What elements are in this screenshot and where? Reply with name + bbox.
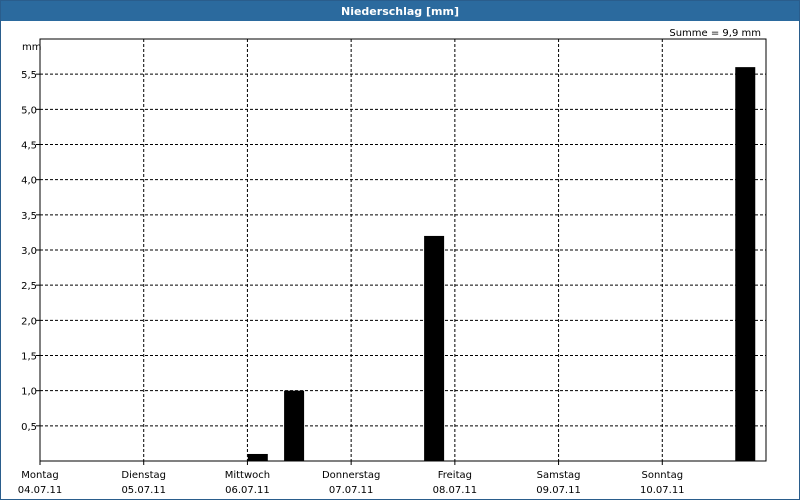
grid xyxy=(40,39,766,461)
x-tick-label-day: Freitag xyxy=(438,470,472,481)
x-tick-label-date: 08.07.11 xyxy=(433,485,478,496)
y-tick-label: 4,0 xyxy=(21,176,37,187)
x-tick-label-date: 09.07.11 xyxy=(536,485,581,496)
y-tick-label: 2,0 xyxy=(21,316,37,327)
y-tick-label: 1,0 xyxy=(21,387,37,398)
y-tick-label: 3,0 xyxy=(21,246,37,257)
x-tick-label-day: Donnerstag xyxy=(322,470,380,481)
y-axis-unit-label: mm xyxy=(22,42,41,53)
x-tick-label-date: 06.07.11 xyxy=(225,485,270,496)
x-tick-label-day: Montag xyxy=(21,470,58,481)
x-tick-label-date: 07.07.11 xyxy=(329,485,374,496)
bar xyxy=(735,67,756,461)
sum-label: Summe = 9,9 mm xyxy=(669,28,761,39)
y-tick-label: 2,5 xyxy=(21,281,37,292)
precipitation-chart: mm Summe = 9,9 mm 0,5 1,0 1,5 2,0 2,5 3,0 3,5 4… xyxy=(18,28,767,496)
x-tick-label-day: Sonntag xyxy=(642,470,684,481)
x-tick-label-day: Dienstag xyxy=(121,470,166,481)
x-tick-label-day: Mittwoch xyxy=(225,470,270,481)
x-tick-label-date: 05.07.11 xyxy=(121,485,166,496)
y-tick-label: 5,5 xyxy=(21,70,37,81)
x-tick-label-day: Samstag xyxy=(537,470,581,481)
x-tick-label-date: 04.07.11 xyxy=(18,485,63,496)
y-tick-label: 0,5 xyxy=(21,422,37,433)
bars xyxy=(247,67,756,461)
bar xyxy=(247,453,268,461)
axes xyxy=(36,38,767,465)
y-tick-label: 3,5 xyxy=(21,211,37,222)
y-tick-label: 5,0 xyxy=(21,105,37,116)
bar xyxy=(424,235,445,461)
x-tick-label-date: 10.07.11 xyxy=(640,485,685,496)
y-tick-label: 1,5 xyxy=(21,352,37,363)
y-tick-label: 4,5 xyxy=(21,141,37,152)
bar xyxy=(284,390,305,461)
